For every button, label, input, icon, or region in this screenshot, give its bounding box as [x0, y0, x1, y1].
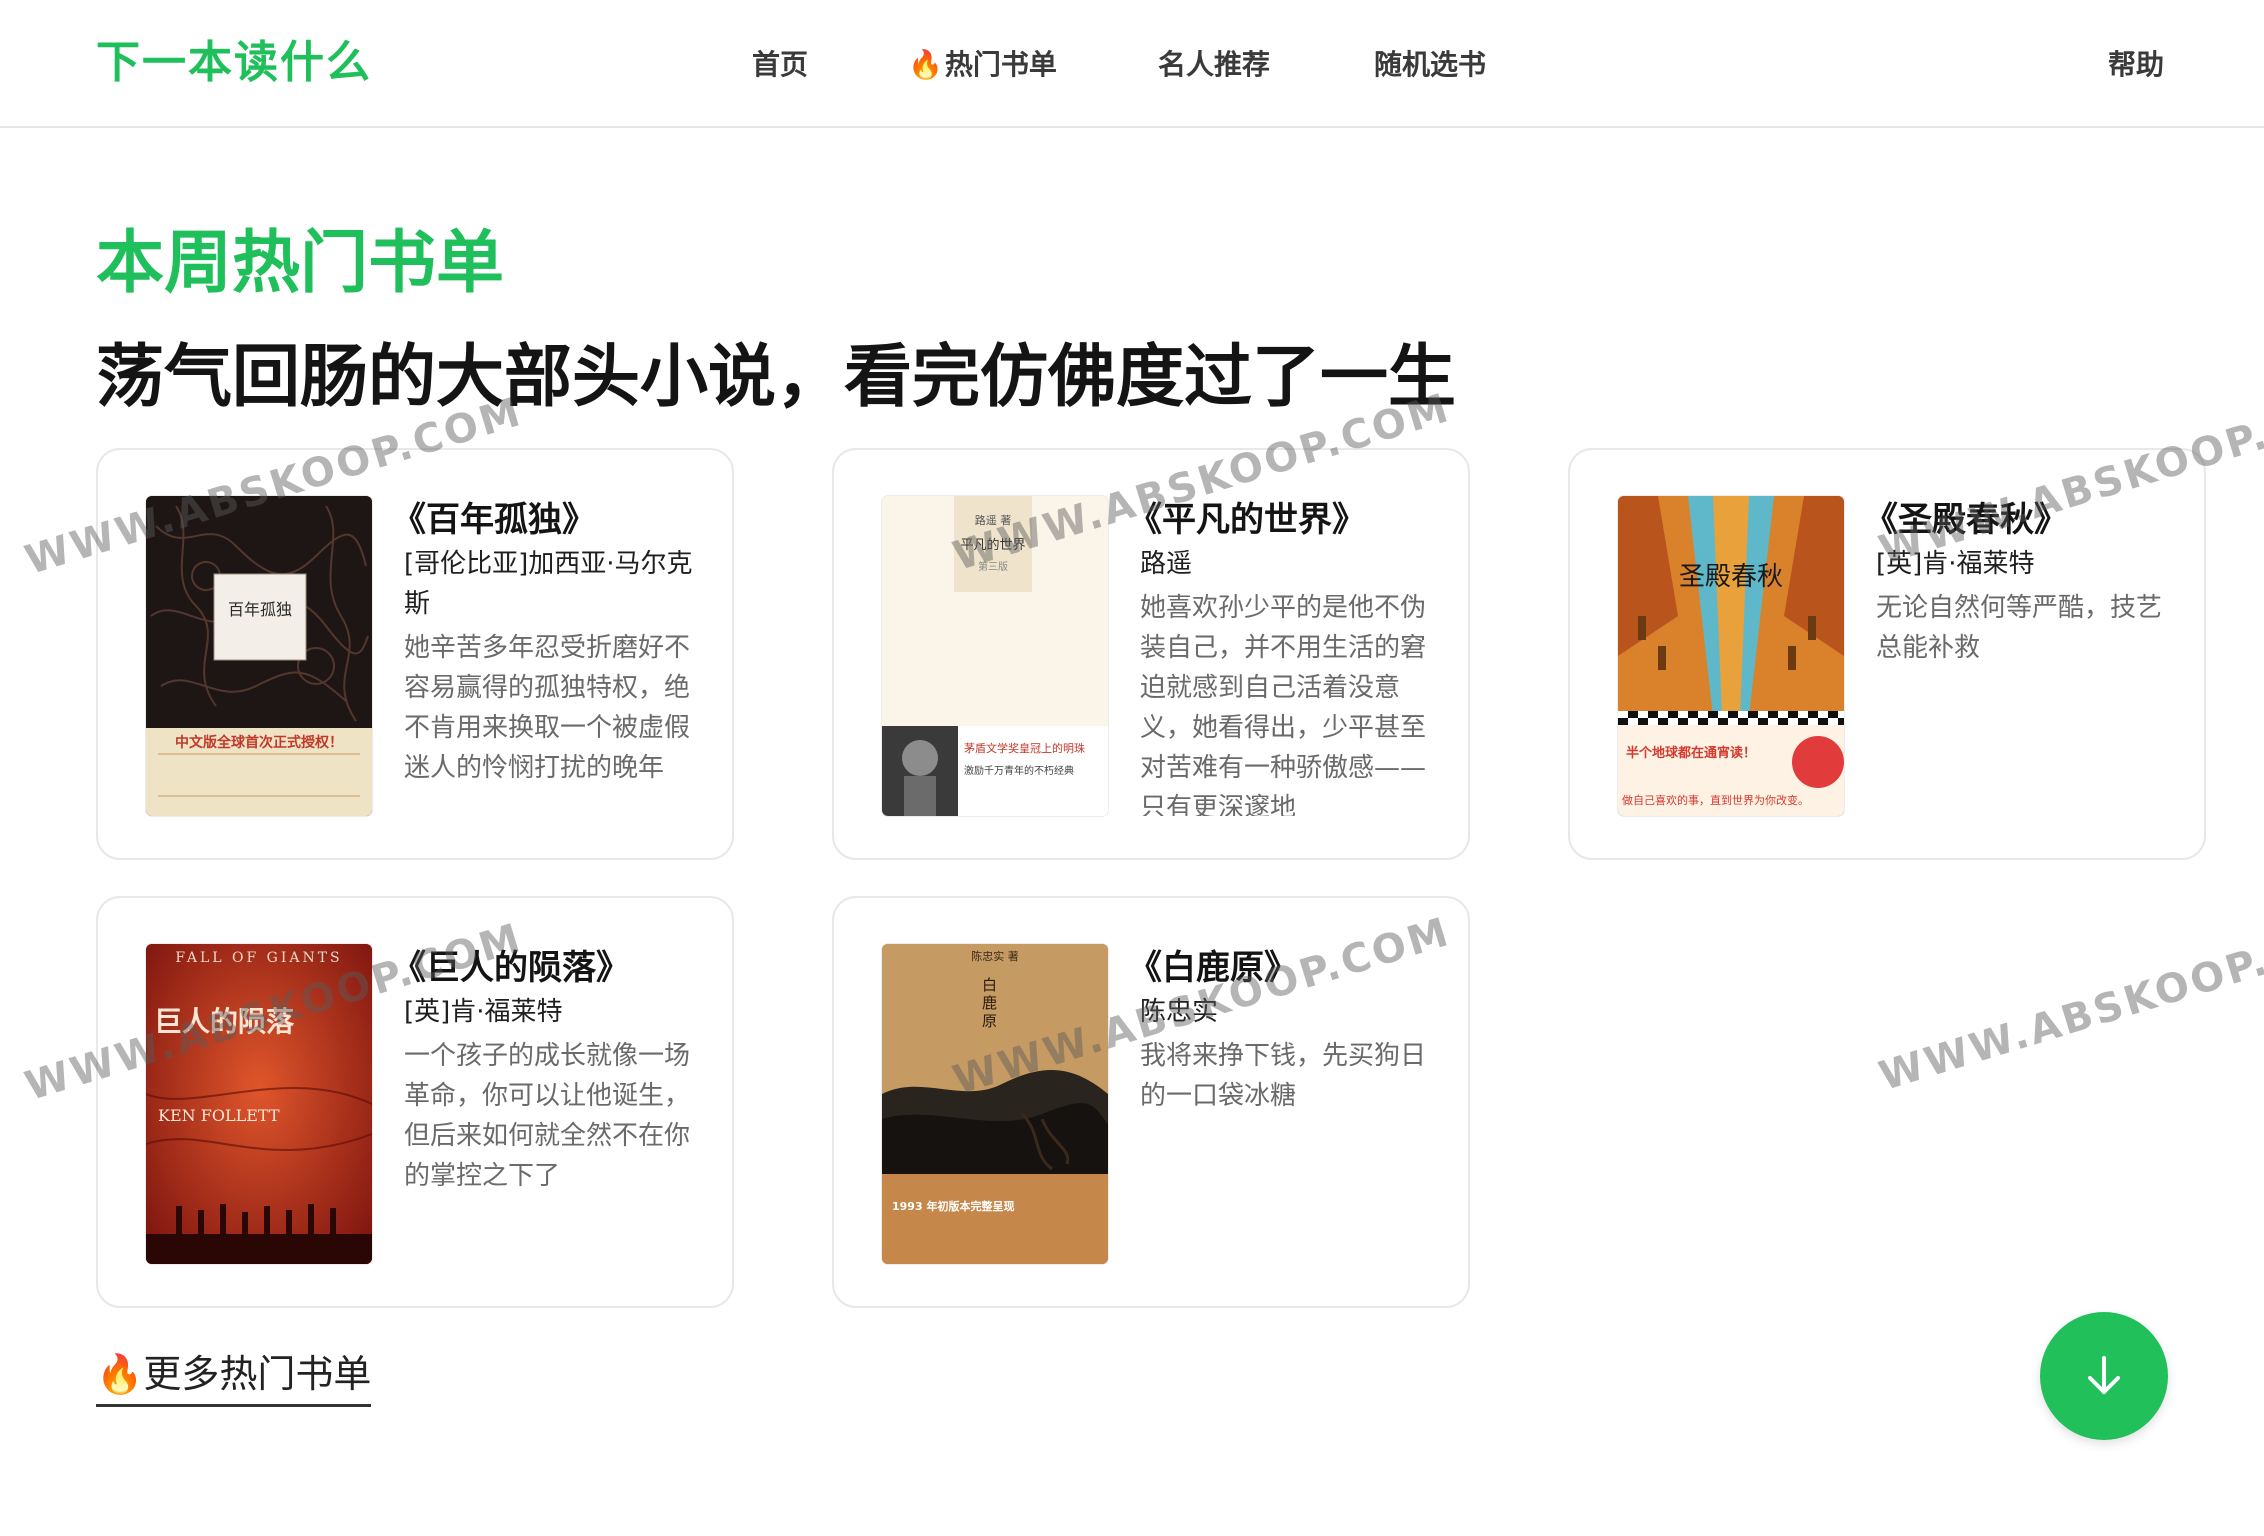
nav-help[interactable]: 帮助	[2108, 40, 2164, 90]
book-title[interactable]: 《百年孤独》	[404, 496, 714, 544]
nav-celebrity-picks-label: 名人推荐	[1158, 48, 1271, 81]
book-cover[interactable]: FALL OF GIANTS 巨人的陨落 KEN FOLLETT	[146, 944, 372, 1264]
book-author: [英]肯·福莱特	[404, 997, 563, 1027]
more-hot-lists-label: 更多热门书单	[143, 1352, 372, 1396]
cover-banner: 中文版全球首次正式授权！	[175, 735, 343, 751]
nav-random-pick-label: 随机选书	[1374, 48, 1487, 81]
watermark: WWW.ABSKOOP.COM	[1874, 904, 2264, 1100]
cover-brand: KEN FOLLETT	[158, 1106, 280, 1125]
fire-icon: 🔥	[96, 1352, 144, 1396]
book-info: 《白鹿原》 陈忠实 我将来挣下钱，先买狗日的一口袋冰糖	[1140, 944, 1450, 1264]
book-cover[interactable]: 圣殿春秋 半个地球都在通宵读！ 做自己喜欢的事，直到世界为你改变。	[1618, 496, 1844, 816]
scroll-down-button[interactable]	[2040, 1312, 2168, 1440]
nav-celebrity-picks[interactable]: 名人推荐	[1158, 40, 1270, 90]
page: 下一本读什么 首页 🔥热门书单 名人推荐 随机选书 帮助 本周热门书单 荡气回肠…	[0, 0, 2264, 1536]
site-logo[interactable]: 下一本读什么	[96, 30, 372, 96]
cover-art-pattern	[1618, 496, 1844, 816]
cover-edition: 第三版	[978, 562, 1008, 573]
cover-title: 百年孤独	[227, 600, 292, 619]
book-cover[interactable]: 路遥 著 平凡的世界 第三版 茅盾文学奖皇冠上的明珠 激励千万青年的不朽经典	[882, 496, 1108, 816]
book-title[interactable]: 《平凡的世界》	[1140, 496, 1450, 544]
arrow-down-icon	[2088, 1356, 2120, 1394]
section-subtitle: 荡气回肠的大部头小说，看完仿佛度过了一生	[96, 338, 1457, 417]
book-card[interactable]: 百年孤独 中文版全球首次正式授权！ 《百年孤独》 [哥伦比亚]加西亚·马尔克斯 …	[96, 448, 734, 860]
book-quote: 无论自然何等严酷，技艺总能补救	[1876, 593, 2163, 663]
book-title[interactable]: 《巨人的陨落》	[404, 944, 714, 992]
cover-title: 白鹿原	[982, 976, 998, 1030]
book-card[interactable]: 陈忠实 著 白鹿原 1993 年初版本完整呈现 《白鹿原》 陈忠实 我将来挣下钱…	[832, 896, 1470, 1308]
book-quote: 一个孩子的成长就像一场革命，你可以让他诞生，但后来如何就全然不在你的掌控之下了	[404, 1041, 691, 1191]
cover-author-line: 路遥 著	[974, 514, 1012, 527]
cover-author-line: 陈忠实 著	[971, 950, 1019, 963]
cover-tag: 1993 年初版本完整呈现	[892, 1200, 1015, 1213]
book-info: 《圣殿春秋》 [英]肯·福莱特 无论自然何等严酷，技艺总能补救	[1876, 496, 2186, 816]
book-card[interactable]: FALL OF GIANTS 巨人的陨落 KEN FOLLETT 《巨人的陨落》…	[96, 896, 734, 1308]
book-title[interactable]: 《圣殿春秋》	[1876, 496, 2186, 544]
nav-random-pick[interactable]: 随机选书	[1374, 40, 1486, 90]
nav-hot-lists-label: 热门书单	[944, 48, 1057, 81]
cover-tag: 激励千万青年的不朽经典	[964, 766, 1074, 777]
fire-icon: 🔥	[908, 48, 943, 81]
book-quote: 她喜欢孙少平的是他不伪装自己，并不用生活的窘迫就感到自己活着没意义，她看得出，少…	[1140, 593, 1427, 816]
book-author: 路遥	[1140, 549, 1193, 579]
cover-title: 圣殿春秋	[1678, 562, 1783, 592]
book-quote: 她辛苦多年忍受折磨好不容易赢得的孤独特权，绝不肯用来换取一个被虚假迷人的怜悯打扰…	[404, 633, 691, 783]
book-info: 《平凡的世界》 路遥 她喜欢孙少平的是他不伪装自己，并不用生活的窘迫就感到自己活…	[1140, 496, 1450, 816]
cover-art-pattern	[146, 496, 372, 816]
more-hot-lists-link[interactable]: 🔥更多热门书单	[96, 1346, 372, 1407]
cover-title: 巨人的陨落	[154, 1005, 295, 1038]
nav-home[interactable]: 首页	[752, 40, 808, 90]
book-author: [哥伦比亚]加西亚·马尔克斯	[404, 549, 693, 619]
cover-art-pattern	[146, 944, 372, 1264]
book-info: 《百年孤独》 [哥伦比亚]加西亚·马尔克斯 她辛苦多年忍受折磨好不容易赢得的孤独…	[404, 496, 714, 816]
top-nav-bar: 下一本读什么 首页 🔥热门书单 名人推荐 随机选书 帮助	[0, 0, 2264, 128]
book-title[interactable]: 《白鹿原》	[1140, 944, 1450, 992]
cover-title: 平凡的世界	[960, 538, 1026, 553]
cover-series: FALL OF GIANTS	[175, 950, 343, 966]
book-cover[interactable]: 陈忠实 著 白鹿原 1993 年初版本完整呈现	[882, 944, 1108, 1264]
book-card[interactable]: 圣殿春秋 半个地球都在通宵读！ 做自己喜欢的事，直到世界为你改变。 《圣殿春秋》…	[1568, 448, 2206, 860]
book-author: 陈忠实	[1140, 997, 1219, 1027]
book-cover[interactable]: 百年孤独 中文版全球首次正式授权！	[146, 496, 372, 816]
book-author: [英]肯·福莱特	[1876, 549, 2035, 579]
cover-tag: 做自己喜欢的事，直到世界为你改变。	[1622, 794, 1809, 807]
book-info: 《巨人的陨落》 [英]肯·福莱特 一个孩子的成长就像一场革命，你可以让他诞生，但…	[404, 944, 714, 1264]
cover-tag: 茅盾文学奖皇冠上的明珠	[964, 742, 1085, 755]
nav-home-label: 首页	[752, 48, 809, 81]
nav-help-label: 帮助	[2108, 48, 2165, 81]
book-quote: 我将来挣下钱，先买狗日的一口袋冰糖	[1140, 1041, 1427, 1111]
book-card[interactable]: 路遥 著 平凡的世界 第三版 茅盾文学奖皇冠上的明珠 激励千万青年的不朽经典 《…	[832, 448, 1470, 860]
cover-tag: 半个地球都在通宵读！	[1626, 746, 1757, 761]
nav-hot-lists[interactable]: 🔥热门书单	[908, 40, 1057, 90]
section-title: 本周热门书单	[96, 224, 505, 303]
